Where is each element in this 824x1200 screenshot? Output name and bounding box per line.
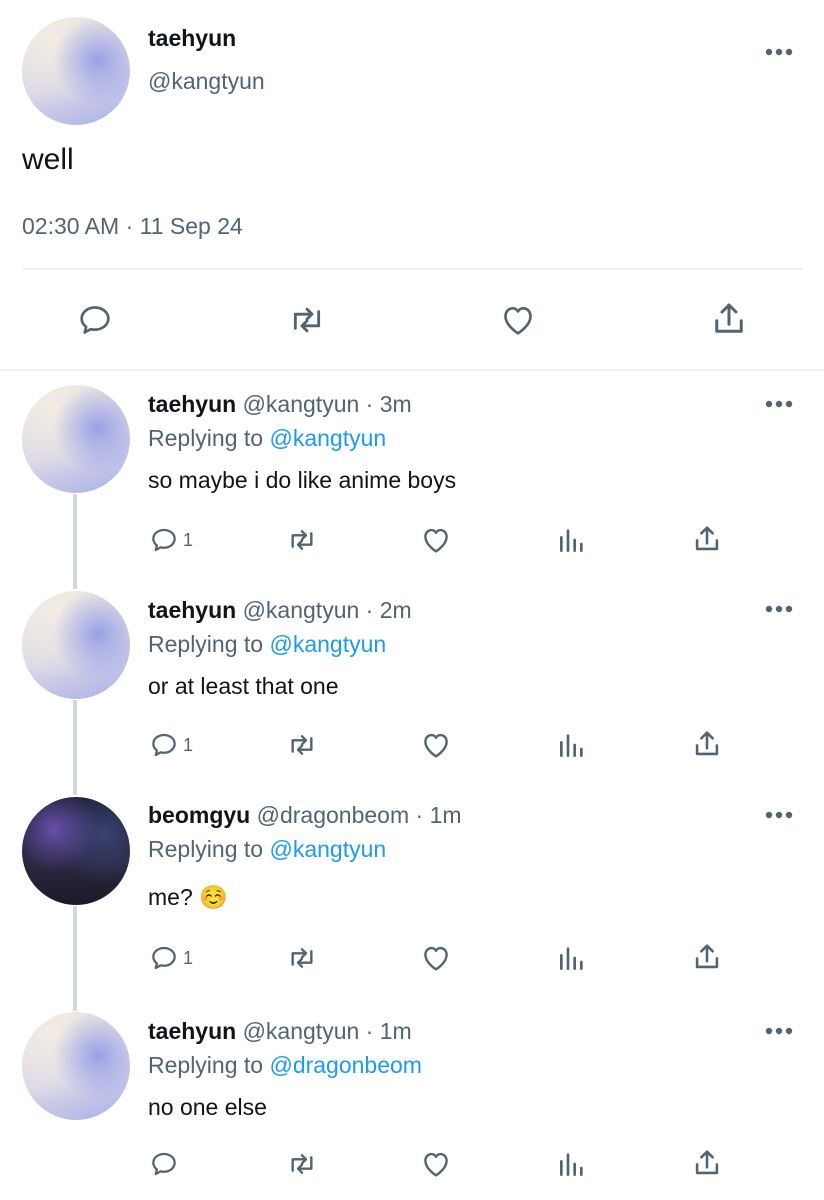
like-button[interactable] [419, 1147, 453, 1181]
replying-to: Replying to @kangtyun [148, 836, 386, 863]
tweet-text: no one else [148, 1094, 267, 1120]
views-button[interactable] [556, 729, 588, 761]
tweet-text: or at least that one [148, 673, 339, 699]
share-upload-icon [695, 526, 719, 551]
heart-icon [504, 307, 532, 335]
author-name[interactable]: taehyun [148, 597, 236, 623]
reply-count: 1 [183, 734, 194, 755]
share-button[interactable] [690, 1146, 724, 1180]
bar-chart-icon [560, 947, 583, 970]
retweet-icon [293, 307, 321, 333]
reply-header: taehyun @kangtyun · 3m [148, 391, 412, 418]
reply-count: 1 [183, 529, 194, 550]
replying-to: Replying to @kangtyun [148, 425, 386, 452]
share-button[interactable] [690, 727, 724, 761]
views-button[interactable] [556, 524, 588, 556]
share-button[interactable] [708, 298, 750, 340]
reply-button[interactable]: 1 [148, 942, 193, 974]
replying-to-label: Replying to [148, 631, 264, 657]
author-name[interactable]: beomgyu [148, 802, 250, 828]
views-button[interactable] [556, 942, 588, 974]
reply-header: beomgyu @dragonbeom · 1m [148, 802, 462, 829]
replying-to-label: Replying to [148, 425, 264, 451]
thread-line [73, 700, 77, 795]
more-dots-icon[interactable] [764, 807, 794, 823]
retweet-button[interactable] [284, 942, 320, 974]
bar-chart-icon [560, 734, 583, 757]
views-button[interactable] [556, 1148, 588, 1180]
author-handle-time[interactable]: @dragonbeom · 1m [257, 802, 462, 828]
thread-line [73, 906, 77, 1011]
more-dots-icon[interactable] [764, 396, 794, 412]
like-button[interactable] [419, 728, 453, 762]
reply-header: taehyun @kangtyun · 1m [148, 1018, 412, 1045]
replying-to-link[interactable]: @kangtyun [269, 425, 386, 451]
replying-to-label: Replying to [148, 836, 264, 862]
speech-bubble-icon [152, 946, 176, 970]
tweet-timestamp[interactable]: 02:30 AM · 11 Sep 24 [22, 213, 243, 240]
replying-to-link[interactable]: @kangtyun [269, 836, 386, 862]
speech-bubble-icon [152, 1152, 176, 1176]
avatar[interactable] [22, 797, 130, 905]
like-button[interactable] [497, 300, 539, 340]
more-dots-icon[interactable] [764, 601, 794, 617]
reply-count: 1 [183, 947, 194, 968]
tweet-text: me? ☺️ [148, 884, 228, 910]
reply-button[interactable]: 1 [148, 524, 193, 556]
author-name[interactable]: taehyun [148, 25, 236, 52]
more-dots-icon[interactable] [764, 1023, 794, 1039]
reply-button[interactable]: 1 [148, 729, 193, 761]
tweet-text: well [22, 143, 74, 176]
speech-bubble-icon [80, 306, 110, 334]
divider [22, 268, 803, 270]
heart-icon [424, 733, 448, 758]
bar-chart-icon [560, 529, 583, 552]
speech-bubble-icon [152, 528, 176, 552]
retweet-button[interactable] [285, 300, 329, 340]
divider [0, 369, 824, 371]
author-handle[interactable]: @kangtyun [148, 68, 265, 95]
avatar[interactable] [22, 17, 130, 125]
speech-bubble-icon [152, 733, 176, 757]
reply-header: taehyun @kangtyun · 2m [148, 597, 412, 624]
replying-to-link[interactable]: @dragonbeom [269, 1052, 422, 1078]
retweet-icon [291, 735, 313, 755]
more-dots-icon[interactable] [764, 44, 794, 60]
reply-button[interactable] [75, 300, 115, 340]
retweet-button[interactable] [284, 729, 320, 761]
share-upload-icon [695, 944, 719, 969]
author-handle-time[interactable]: @kangtyun · 2m [243, 597, 412, 623]
author-name[interactable]: taehyun [148, 1018, 236, 1044]
thread-line [73, 494, 77, 589]
avatar[interactable] [22, 385, 130, 493]
share-upload-icon [715, 303, 743, 333]
heart-icon [424, 1152, 448, 1177]
avatar[interactable] [22, 591, 130, 699]
reply-button[interactable] [148, 1148, 180, 1180]
replying-to-link[interactable]: @kangtyun [269, 631, 386, 657]
retweet-button[interactable] [284, 524, 320, 556]
replying-to-label: Replying to [148, 1052, 264, 1078]
replying-to: Replying to @dragonbeom [148, 1052, 422, 1079]
heart-icon [424, 946, 448, 971]
author-name[interactable]: taehyun [148, 391, 236, 417]
like-button[interactable] [419, 523, 453, 557]
share-button[interactable] [690, 940, 724, 974]
avatar[interactable] [22, 1012, 130, 1120]
replying-to: Replying to @kangtyun [148, 631, 386, 658]
share-button[interactable] [690, 522, 724, 556]
share-upload-icon [695, 1150, 719, 1175]
retweet-icon [291, 1154, 313, 1174]
heart-icon [424, 528, 448, 553]
author-handle-time[interactable]: @kangtyun · 1m [243, 1018, 412, 1044]
tweet-text: so maybe i do like anime boys [148, 467, 457, 493]
like-button[interactable] [419, 941, 453, 975]
bar-chart-icon [560, 1153, 583, 1176]
retweet-button[interactable] [284, 1148, 320, 1180]
retweet-icon [291, 948, 313, 968]
retweet-icon [291, 530, 313, 550]
share-upload-icon [695, 731, 719, 756]
author-handle-time[interactable]: @kangtyun · 3m [243, 391, 412, 417]
